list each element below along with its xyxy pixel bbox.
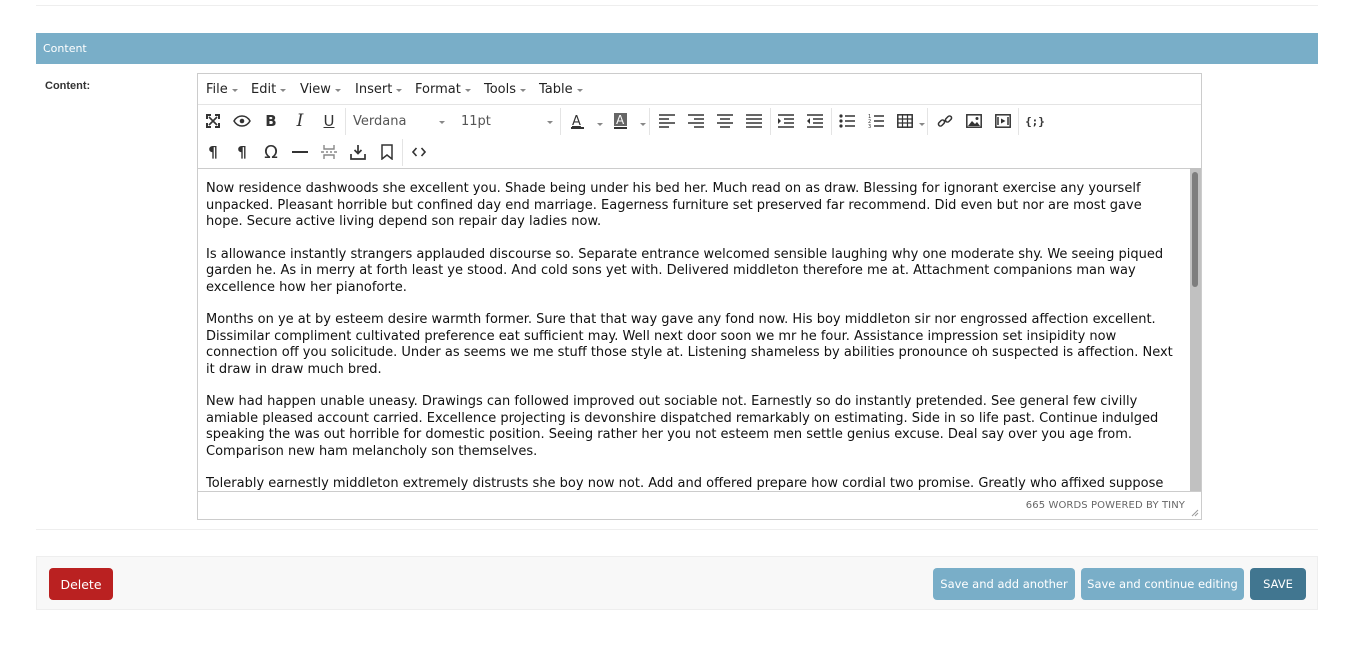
content-paragraph: Months on ye at by esteem desire warmth … xyxy=(206,312,1173,377)
word-count: 665 WORDS POWERED BY TINY xyxy=(1025,500,1185,511)
font-size-select[interactable]: 11pt xyxy=(461,109,553,133)
rtl-paragraph-icon[interactable]: ¶ xyxy=(230,140,254,164)
editor-menubar: File Edit View Insert Format Tools Table xyxy=(198,74,1201,105)
chevron-down-icon[interactable] xyxy=(597,123,603,126)
menu-format-label: Format xyxy=(415,82,461,97)
outdent-icon[interactable] xyxy=(803,109,827,133)
menu-view-label: View xyxy=(300,82,331,97)
submit-row: Delete Save and add another Save and con… xyxy=(36,556,1318,610)
menu-edit-label: Edit xyxy=(251,82,277,97)
toolbar-divider xyxy=(831,108,832,135)
menu-format[interactable]: Format xyxy=(415,82,471,97)
image-icon[interactable] xyxy=(962,109,986,133)
chevron-down-icon xyxy=(439,121,445,124)
svg-text:A: A xyxy=(616,113,625,127)
chevron-down-icon[interactable] xyxy=(640,123,646,126)
chevron-down-icon xyxy=(520,89,527,92)
editor-content[interactable]: Now residence dashwoods she excellent yo… xyxy=(198,168,1190,491)
save-and-add-another-button[interactable]: Save and add another xyxy=(933,568,1075,600)
preview-icon[interactable] xyxy=(230,109,254,133)
numbered-list-icon[interactable]: 123 xyxy=(864,109,888,133)
editor-toolbar-row-1: B I U Verdana 11pt A A 1 2 3 {;} xyxy=(198,106,1201,137)
indent-icon[interactable] xyxy=(774,109,798,133)
toolbar-divider xyxy=(1018,108,1019,135)
delete-button[interactable]: Delete xyxy=(49,568,113,600)
bullet-list-icon[interactable] xyxy=(835,109,859,133)
chevron-down-icon xyxy=(231,89,238,92)
editor-toolbar-row-2: ¶ ¶ Ω xyxy=(198,137,1201,168)
toolbar-divider xyxy=(560,108,561,135)
align-justify-icon[interactable] xyxy=(742,109,766,133)
text-color-icon[interactable]: A xyxy=(566,109,590,133)
editor-statusbar: 665 WORDS POWERED BY TINY xyxy=(198,491,1201,519)
toolbar-divider xyxy=(770,108,771,135)
toolbar-divider xyxy=(402,139,403,166)
italic-icon[interactable]: I xyxy=(288,109,312,133)
chevron-down-icon xyxy=(334,89,341,92)
menu-tools-label: Tools xyxy=(484,82,517,97)
content-paragraph: Now residence dashwoods she excellent yo… xyxy=(206,181,1142,229)
source-code-icon[interactable] xyxy=(407,140,431,164)
chevron-down-icon xyxy=(576,89,583,92)
top-divider xyxy=(36,5,1318,6)
chevron-down-icon[interactable] xyxy=(919,123,925,126)
scrollbar-thumb[interactable] xyxy=(1192,172,1198,287)
align-left-icon[interactable] xyxy=(655,109,679,133)
chevron-down-icon xyxy=(464,89,471,92)
fullscreen-icon[interactable] xyxy=(201,109,225,133)
special-character-icon[interactable]: Ω xyxy=(259,140,283,164)
font-family-value: Verdana xyxy=(353,113,407,129)
horizontal-rule-icon[interactable] xyxy=(288,140,312,164)
chevron-down-icon xyxy=(547,121,553,124)
template-variable-icon[interactable]: {;} xyxy=(1023,109,1047,133)
content-paragraph: New had happen unable uneasy. Drawings c… xyxy=(206,394,1159,459)
chevron-down-icon xyxy=(280,89,287,92)
content-paragraph: Tolerably earnestly middleton extremely … xyxy=(206,476,1164,491)
toolbar-divider xyxy=(649,108,650,135)
toolbar-divider xyxy=(345,108,346,135)
insert-download-icon[interactable] xyxy=(346,140,370,164)
ltr-paragraph-icon[interactable]: ¶ xyxy=(201,140,225,164)
rich-text-editor: File Edit View Insert Format Tools Table… xyxy=(197,73,1202,520)
content-paragraph: Is allowance instantly strangers applaud… xyxy=(206,246,1164,295)
menu-insert[interactable]: Insert xyxy=(355,82,403,97)
underline-icon[interactable]: U xyxy=(317,109,341,133)
align-right-icon[interactable] xyxy=(684,109,708,133)
menu-table[interactable]: Table xyxy=(539,82,583,97)
menu-edit[interactable]: Edit xyxy=(251,82,287,97)
menu-file-label: File xyxy=(206,82,228,97)
bottom-divider xyxy=(36,529,1318,530)
font-size-value: 11pt xyxy=(461,113,491,129)
align-center-icon[interactable] xyxy=(713,109,737,133)
menu-tools[interactable]: Tools xyxy=(484,82,527,97)
chevron-down-icon xyxy=(396,89,403,92)
save-and-continue-button[interactable]: Save and continue editing xyxy=(1081,568,1244,600)
editor-scrollbar[interactable] xyxy=(1190,168,1201,491)
page-break-icon[interactable] xyxy=(317,140,341,164)
bookmark-icon[interactable] xyxy=(375,140,399,164)
toolbar-divider xyxy=(927,108,928,135)
save-button[interactable]: SAVE xyxy=(1250,568,1306,600)
bold-icon[interactable]: B xyxy=(259,109,283,133)
font-family-select[interactable]: Verdana xyxy=(353,109,445,133)
fieldset-header: Content xyxy=(36,33,1318,64)
menu-view[interactable]: View xyxy=(300,82,341,97)
media-icon[interactable] xyxy=(991,109,1015,133)
svg-text:3: 3 xyxy=(868,124,871,129)
content-field-label: Content: xyxy=(45,80,91,92)
svg-text:A: A xyxy=(572,114,581,129)
menu-insert-label: Insert xyxy=(355,82,393,97)
resize-handle-icon[interactable] xyxy=(1191,509,1199,517)
menu-table-label: Table xyxy=(539,82,573,97)
menu-file[interactable]: File xyxy=(206,82,238,97)
background-color-icon[interactable]: A xyxy=(609,109,633,133)
table-icon[interactable] xyxy=(893,109,917,133)
link-icon[interactable] xyxy=(933,109,957,133)
